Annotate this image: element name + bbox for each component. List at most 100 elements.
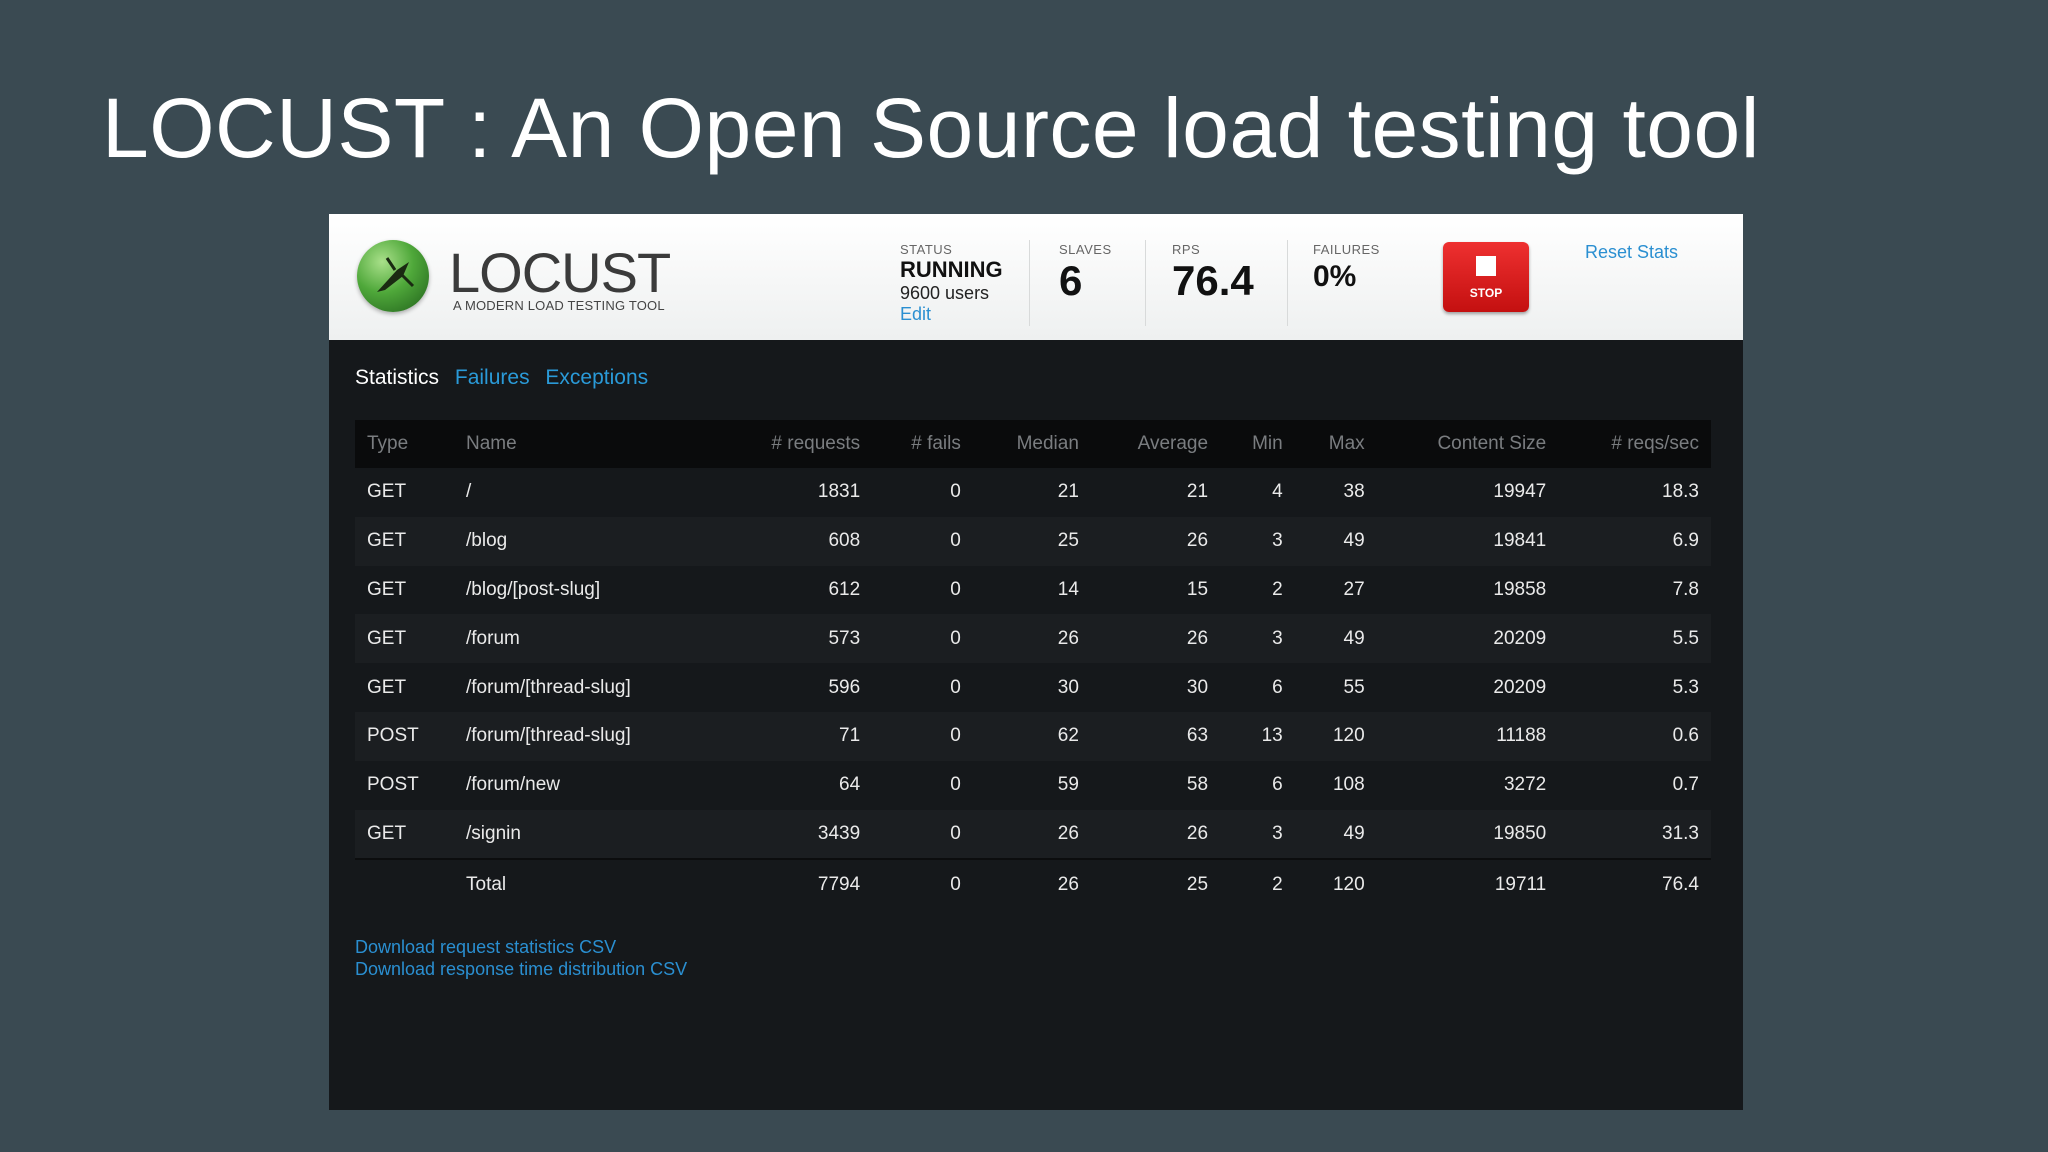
table-cell: 120 [1294, 711, 1377, 761]
stop-label: STOP [1469, 286, 1503, 300]
table-cell: 0 [872, 565, 973, 615]
reset-stats-link[interactable]: Reset Stats [1585, 242, 1678, 263]
table-cell: 596 [718, 663, 873, 712]
table-cell: 608 [718, 516, 873, 566]
col-median[interactable]: Median [972, 420, 1091, 468]
edit-link[interactable]: Edit [900, 304, 1003, 325]
table-cell: 2 [1220, 565, 1295, 615]
table-cell: 71 [718, 711, 873, 761]
table-cell: GET [355, 663, 454, 712]
col-min[interactable]: Min [1220, 420, 1295, 468]
tab-bar: Statistics Failures Exceptions [355, 366, 658, 390]
statistics-table: Type Name # requests # fails Median Aver… [355, 420, 1711, 911]
table-cell: /signin [454, 809, 718, 860]
col-type[interactable]: Type [355, 420, 454, 468]
table-cell: 19711 [1376, 858, 1559, 911]
table-cell: 612 [718, 565, 873, 615]
table-cell: 0.6 [1558, 711, 1711, 761]
table-cell: 0 [872, 468, 973, 517]
table-cell: 2 [1220, 858, 1295, 911]
table-cell: 19858 [1376, 565, 1559, 615]
table-cell: 21 [972, 468, 1091, 517]
table-cell: 62 [972, 711, 1091, 761]
divider [1145, 240, 1146, 326]
col-max[interactable]: Max [1294, 420, 1377, 468]
table-cell: 25 [972, 516, 1091, 566]
download-response-time-link[interactable]: Download response time distribution CSV [355, 958, 687, 980]
table-cell: GET [355, 468, 454, 517]
table-cell: 0 [872, 809, 973, 860]
table-cell: 59 [972, 760, 1091, 810]
table-cell: 6 [1220, 663, 1295, 712]
table-cell: 30 [972, 663, 1091, 712]
table-cell: 49 [1294, 516, 1377, 566]
table-cell: 64 [718, 760, 873, 810]
stop-button[interactable]: STOP [1443, 242, 1529, 312]
status-box: STATUS RUNNING 9600 users Edit [900, 242, 1003, 325]
tab-statistics[interactable]: Statistics [355, 366, 439, 389]
header-bar: LOCUST A MODERN LOAD TESTING TOOL STATUS… [329, 214, 1743, 340]
table-cell: / [454, 468, 718, 517]
table-cell: 26 [1090, 614, 1221, 664]
table-cell: 6.9 [1558, 516, 1711, 566]
table-cell: 25 [1090, 858, 1221, 911]
table-row: GET/blog/[post-slug] 612 0 14 15 2 27 19858 7.8 [355, 565, 1711, 615]
table-cell: GET [355, 809, 454, 860]
table-cell: 573 [718, 614, 873, 664]
divider [1029, 240, 1030, 326]
table-cell: 58 [1090, 760, 1221, 810]
table-cell: 0 [872, 760, 973, 810]
failures-box: FAILURES 0% [1313, 242, 1380, 297]
table-total-row: Total 7794 0 26 25 2 120 19711 76.4 [355, 858, 1711, 911]
col-requests[interactable]: # requests [718, 420, 873, 468]
divider [1287, 240, 1288, 326]
table-cell: 0 [872, 711, 973, 761]
table-cell: 11188 [1376, 711, 1559, 761]
table-cell: 26 [972, 809, 1091, 860]
table-cell: 55 [1294, 663, 1377, 712]
table-cell: 76.4 [1558, 858, 1711, 911]
table-cell: 108 [1294, 760, 1377, 810]
table-cell: 0 [872, 663, 973, 712]
table-cell: GET [355, 565, 454, 615]
download-links: Download request statistics CSV Download… [355, 936, 687, 980]
table-cell: 3 [1220, 614, 1295, 664]
table-cell: 26 [1090, 516, 1221, 566]
col-fails[interactable]: # fails [872, 420, 973, 468]
table-cell: 26 [972, 858, 1091, 911]
slaves-box: SLAVES 6 [1059, 242, 1112, 305]
table-row: GET/blog 608 0 25 26 3 49 19841 6.9 [355, 516, 1711, 566]
table-cell: GET [355, 614, 454, 664]
download-request-stats-link[interactable]: Download request statistics CSV [355, 936, 687, 958]
rps-label: RPS [1172, 242, 1201, 257]
table-cell: 6 [1220, 760, 1295, 810]
status-value: RUNNING [900, 257, 1003, 282]
table-cell: /forum [454, 614, 718, 664]
slaves-label: SLAVES [1059, 242, 1112, 257]
table-cell: /blog [454, 516, 718, 566]
table-cell: 27 [1294, 565, 1377, 615]
table-cell: 18.3 [1558, 468, 1711, 517]
col-reqs-sec[interactable]: # reqs/sec [1558, 420, 1711, 468]
table-cell: /forum/new [454, 760, 718, 810]
table-cell: 20209 [1376, 614, 1559, 664]
col-name[interactable]: Name [454, 420, 718, 468]
table-cell: 0 [872, 516, 973, 566]
table-cell: 3272 [1376, 760, 1559, 810]
table-cell: 15 [1090, 565, 1221, 615]
status-label: STATUS [900, 242, 953, 257]
table-row: GET/1831 0 21 21 4 38 19947 18.3 [355, 468, 1711, 517]
tab-exceptions[interactable]: Exceptions [545, 366, 648, 389]
col-content-size[interactable]: Content Size [1376, 420, 1559, 468]
col-average[interactable]: Average [1090, 420, 1221, 468]
rps-value: 76.4 [1172, 257, 1254, 304]
table-cell: 0 [872, 858, 973, 911]
table-row: GET/signin 3439 0 26 26 3 49 19850 31.3 [355, 809, 1711, 860]
table-cell: POST [355, 711, 454, 761]
stop-icon [1476, 256, 1496, 276]
table-cell: /forum/[thread-slug] [454, 663, 718, 712]
user-count: 9600 users [900, 283, 990, 303]
tab-failures[interactable]: Failures [455, 366, 530, 389]
table-cell: 14 [972, 565, 1091, 615]
table-cell: Total [454, 858, 718, 911]
